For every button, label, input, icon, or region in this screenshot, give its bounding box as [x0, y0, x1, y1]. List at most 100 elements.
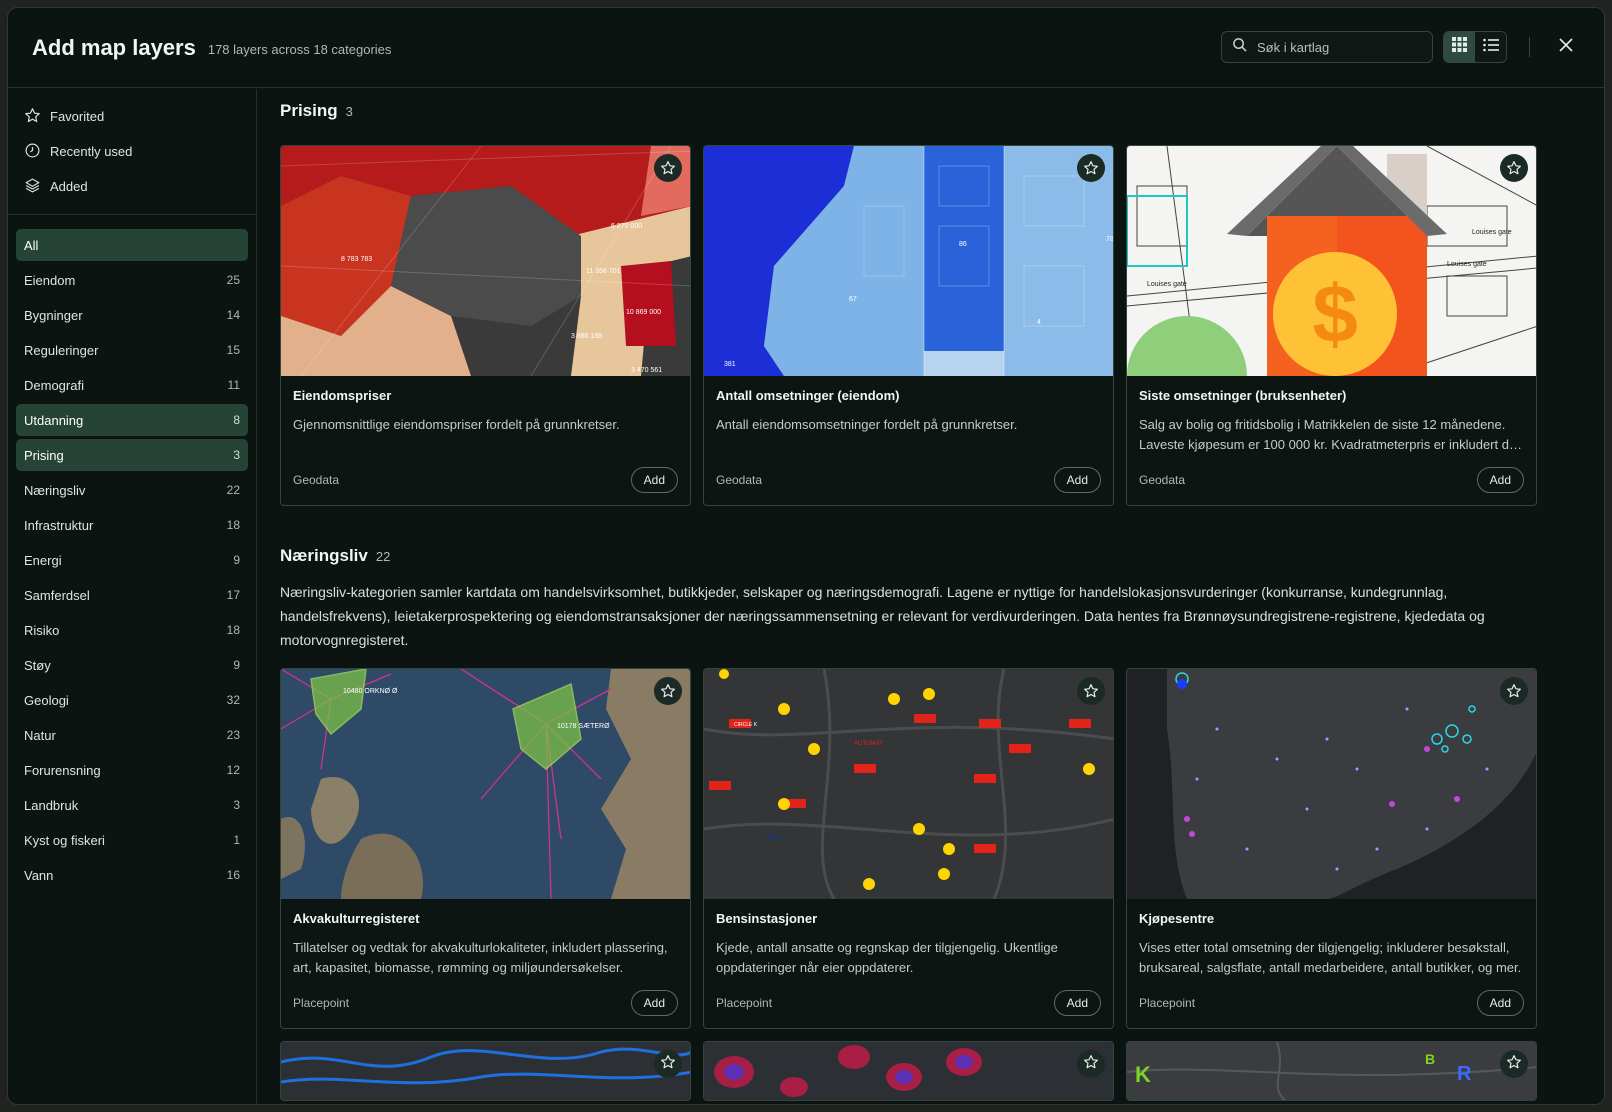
category-energi[interactable]: Energi 9 — [16, 544, 248, 576]
layer-card[interactable]: 86 78 381 67 4 Antall omsetninger (eiend… — [703, 145, 1114, 506]
star-icon — [24, 107, 41, 127]
favorite-button[interactable] — [1077, 677, 1105, 705]
card-description: Kjede, antall ansatte og regnskap der ti… — [716, 940, 1058, 975]
category-label: Utdanning — [24, 412, 84, 428]
station-label: Esso — [768, 835, 782, 841]
quick-link-label: Added — [50, 179, 88, 194]
favorite-button[interactable] — [1500, 1050, 1528, 1078]
card-body: Akvakulturregisteret Tillatelser og vedt… — [281, 899, 690, 978]
star-icon — [1083, 1054, 1099, 1075]
favorite-button[interactable] — [1077, 1050, 1105, 1078]
add-layer-button[interactable]: Add — [1053, 990, 1101, 1016]
price-label: 3 886 188 — [571, 333, 602, 340]
favorite-button[interactable] — [1500, 677, 1528, 705]
category-landbruk[interactable]: Landbruk 3 — [16, 789, 248, 821]
category-infrastruktur[interactable]: Infrastruktur 18 — [16, 509, 248, 541]
card-body: Kjøpesentre Vises etter total omsetning … — [1127, 899, 1536, 978]
view-toggle — [1443, 31, 1507, 63]
add-layer-button[interactable]: Add — [630, 467, 678, 493]
category-risiko[interactable]: Risiko 18 — [16, 614, 248, 646]
category-eiendom[interactable]: Eiendom 25 — [16, 264, 248, 296]
search-box[interactable] — [1221, 31, 1433, 63]
category-stoy[interactable]: Støy 9 — [16, 649, 248, 681]
add-layers-modal: Add map layers 178 layers across 18 cate… — [7, 7, 1605, 1105]
category-demografi[interactable]: Demografi 11 — [16, 369, 248, 401]
header-controls — [1221, 31, 1580, 63]
layer-card[interactable]: Louises gate Louises gate Louises gate $ — [1126, 145, 1537, 506]
favorite-button[interactable] — [654, 677, 682, 705]
star-icon — [1506, 683, 1522, 699]
category-vann[interactable]: Vann 16 — [16, 859, 248, 891]
category-naeringsliv[interactable]: Næringsliv 22 — [16, 474, 248, 506]
layers-icon — [24, 177, 41, 197]
aqua-label: 10480 ORKNØ Ø — [343, 688, 398, 695]
category-reguleringer[interactable]: Reguleringer 15 — [16, 334, 248, 366]
layer-catalog: Prising 3 8 783 783 11 358 701 10 869 00… — [258, 89, 1604, 1104]
section-count: 22 — [375, 549, 391, 564]
grid-view-button[interactable] — [1444, 32, 1475, 62]
layer-card[interactable] — [703, 1041, 1114, 1101]
category-count: 14 — [226, 308, 240, 322]
card-source: Placepoint — [293, 996, 350, 1010]
category-label: Eiendom — [24, 272, 76, 288]
close-button[interactable] — [1552, 33, 1580, 61]
favorite-button[interactable] — [1500, 154, 1528, 182]
section-header-prising: Prising 3 — [280, 101, 1574, 121]
add-layer-button[interactable]: Add — [1053, 467, 1101, 493]
layer-card[interactable]: Kjøpesentre Vises etter total omsetning … — [1126, 668, 1537, 1029]
price-label: 10 869 000 — [626, 309, 661, 316]
category-label: Samferdsel — [24, 587, 90, 603]
section-title: Næringsliv — [280, 546, 368, 565]
card-description: Vises etter total omsetning der tilgjeng… — [1139, 940, 1522, 975]
layer-card[interactable]: K B R — [1126, 1041, 1537, 1101]
favorite-button[interactable] — [1077, 154, 1105, 182]
add-layer-button[interactable]: Add — [1476, 467, 1524, 493]
card-grid-naeringsliv: 10480 ORKNØ Ø 10178 SÆTERØ Akvakulturreg… — [280, 668, 1574, 1029]
favorite-button[interactable] — [654, 1050, 682, 1078]
quick-link-added[interactable]: Added — [16, 169, 248, 204]
category-label: Energi — [24, 552, 62, 568]
layer-card[interactable] — [280, 1041, 691, 1101]
category-label: Forurensning — [24, 762, 101, 778]
category-count: 18 — [226, 623, 240, 637]
category-count: 3 — [233, 448, 240, 462]
card-footer: Placepoint Add — [293, 990, 678, 1016]
card-footer: Placepoint Add — [1139, 990, 1524, 1016]
quick-link-favorited[interactable]: Favorited — [16, 99, 248, 134]
count-label: 4 — [1037, 319, 1041, 326]
card-body: Bensinstasjoner Kjede, antall ansatte og… — [704, 899, 1113, 978]
category-count: 15 — [226, 343, 240, 357]
category-bygninger[interactable]: Bygninger 14 — [16, 299, 248, 331]
category-label: Demografi — [24, 377, 84, 393]
category-kyst-og-fiskeri[interactable]: Kyst og fiskeri 1 — [16, 824, 248, 856]
card-source: Placepoint — [1139, 996, 1196, 1010]
add-layer-button[interactable]: Add — [1476, 990, 1524, 1016]
card-title: Eiendomspriser — [293, 388, 392, 403]
quick-links: Favorited Recently used Added — [8, 89, 256, 215]
category-prising[interactable]: Prising 3 — [16, 439, 248, 471]
search-input[interactable] — [1257, 39, 1417, 55]
layer-thumbnail: Louises gate Louises gate Louises gate $ — [1127, 146, 1536, 376]
category-label: Landbruk — [24, 797, 79, 813]
category-samferdsel[interactable]: Samferdsel 17 — [16, 579, 248, 611]
category-forurensning[interactable]: Forurensning 12 — [16, 754, 248, 786]
add-layer-button[interactable]: Add — [630, 990, 678, 1016]
layer-card[interactable]: 8 783 783 11 358 701 10 869 000 3 886 18… — [280, 145, 691, 506]
price-label: 11 358 701 — [586, 268, 621, 275]
favorite-button[interactable] — [654, 154, 682, 182]
price-label: 8 783 783 — [341, 256, 372, 263]
category-geologi[interactable]: Geologi 32 — [16, 684, 248, 716]
category-natur[interactable]: Natur 23 — [16, 719, 248, 751]
category-all[interactable]: All — [16, 229, 248, 261]
layer-card[interactable]: 10480 ORKNØ Ø 10178 SÆTERØ Akvakulturreg… — [280, 668, 691, 1029]
layer-card[interactable]: CIRCLE K AUTOMAT Esso Uno-X Bensinstasjo… — [703, 668, 1114, 1029]
price-label: 3 470 561 — [631, 367, 662, 374]
count-label: 381 — [724, 361, 736, 368]
card-title: Akvakulturregisteret — [293, 911, 420, 926]
category-utdanning[interactable]: Utdanning 8 — [16, 404, 248, 436]
quick-link-recently-used[interactable]: Recently used — [16, 134, 248, 169]
category-count: 22 — [226, 483, 240, 497]
category-count: 32 — [226, 693, 240, 707]
star-icon — [1506, 1054, 1522, 1075]
list-view-button[interactable] — [1475, 32, 1506, 62]
